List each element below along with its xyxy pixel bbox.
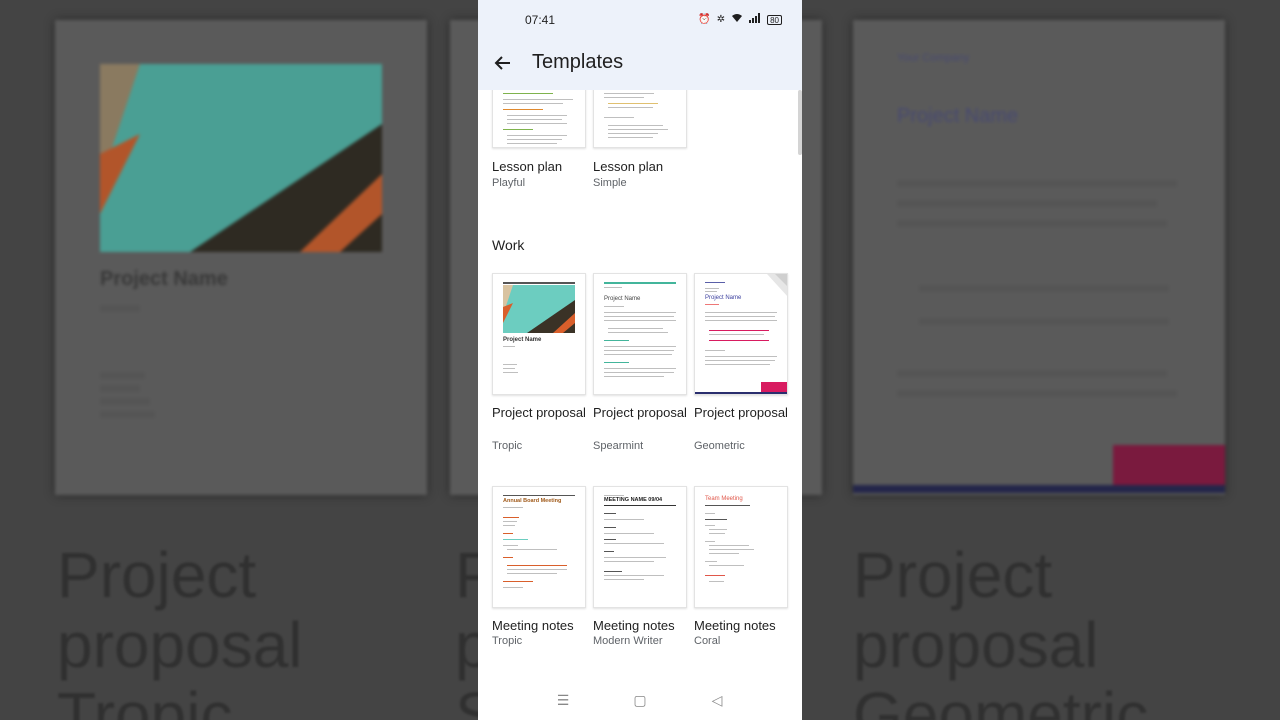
template-thumbnail-project-proposal-geometric[interactable]: Project Name	[694, 273, 788, 395]
template-label[interactable]: Project proposal	[694, 404, 790, 422]
alarm-icon: ⏰	[698, 14, 711, 25]
template-sublabel: Modern Writer	[593, 635, 663, 647]
system-navigation-bar: ☰ ▢ ◁	[478, 680, 802, 720]
template-thumbnail-project-proposal-spearmint[interactable]: Project Name	[593, 273, 687, 395]
back-arrow-icon[interactable]	[492, 52, 514, 74]
template-label[interactable]: Project proposal	[492, 404, 588, 422]
background-caption-right: Project proposal Geometric	[853, 539, 1149, 720]
status-icons: ⏰ ✲ 80	[698, 13, 782, 27]
vibrate-icon: ✲	[716, 14, 726, 25]
template-thumbnail-meeting-notes-modern-writer[interactable]: MEETING NAME 09/04	[593, 486, 687, 608]
recent-apps-icon[interactable]: ☰	[555, 692, 571, 708]
battery-icon: 80	[767, 15, 782, 25]
template-label[interactable]: Lesson plan	[492, 158, 588, 176]
wifi-icon	[731, 13, 743, 27]
template-thumbnail-lesson-plan-playful[interactable]	[492, 90, 586, 148]
template-label[interactable]: Meeting notes	[593, 617, 689, 635]
background-left-title: Project Name	[100, 268, 228, 290]
templates-list[interactable]: Lesson plan Playful Lesson plan Simple W…	[478, 90, 802, 680]
background-right-title: Project Name	[897, 105, 1019, 127]
template-label[interactable]: Project proposal	[593, 404, 689, 422]
background-template-preview-right: Your Company Project Name	[853, 20, 1225, 495]
scrollbar[interactable]	[798, 90, 802, 155]
template-sublabel: Geometric	[694, 440, 745, 452]
section-heading-work: Work	[492, 237, 525, 253]
template-sublabel: Tropic	[492, 440, 523, 452]
template-sublabel: Playful	[492, 177, 526, 189]
phone-screen: 07:41 ⏰ ✲ 80 Templates Lesson plan Playf…	[478, 0, 802, 720]
template-sublabel: Spearmint	[593, 440, 644, 452]
template-sublabel: Tropic	[492, 635, 523, 647]
status-time: 07:41	[525, 13, 556, 27]
template-thumbnail-meeting-notes-coral[interactable]: Team Meeting	[694, 486, 788, 608]
status-bar: 07:41 ⏰ ✲ 80	[478, 0, 802, 40]
template-label[interactable]: Meeting notes	[492, 617, 588, 635]
template-label[interactable]: Meeting notes	[694, 617, 790, 635]
signal-icon	[749, 13, 761, 27]
home-icon[interactable]: ▢	[632, 692, 648, 708]
template-sublabel: Simple	[593, 177, 627, 189]
background-right-company: Your Company	[897, 52, 970, 64]
background-tropic-art	[100, 64, 382, 252]
template-label[interactable]: Lesson plan	[593, 158, 689, 176]
template-thumbnail-lesson-plan-simple[interactable]	[593, 90, 687, 148]
template-thumbnail-meeting-notes-tropic[interactable]: Annual Board Meeting	[492, 486, 586, 608]
background-template-preview-left: Project Name	[55, 20, 427, 495]
back-triangle-icon[interactable]: ◁	[709, 692, 725, 708]
template-sublabel: Coral	[694, 635, 721, 647]
page-title: Templates	[532, 51, 624, 73]
background-caption-left: Project proposal Tropic	[57, 539, 303, 720]
template-thumbnail-project-proposal-tropic[interactable]: Project Name	[492, 273, 586, 395]
app-bar: Templates	[478, 40, 802, 90]
